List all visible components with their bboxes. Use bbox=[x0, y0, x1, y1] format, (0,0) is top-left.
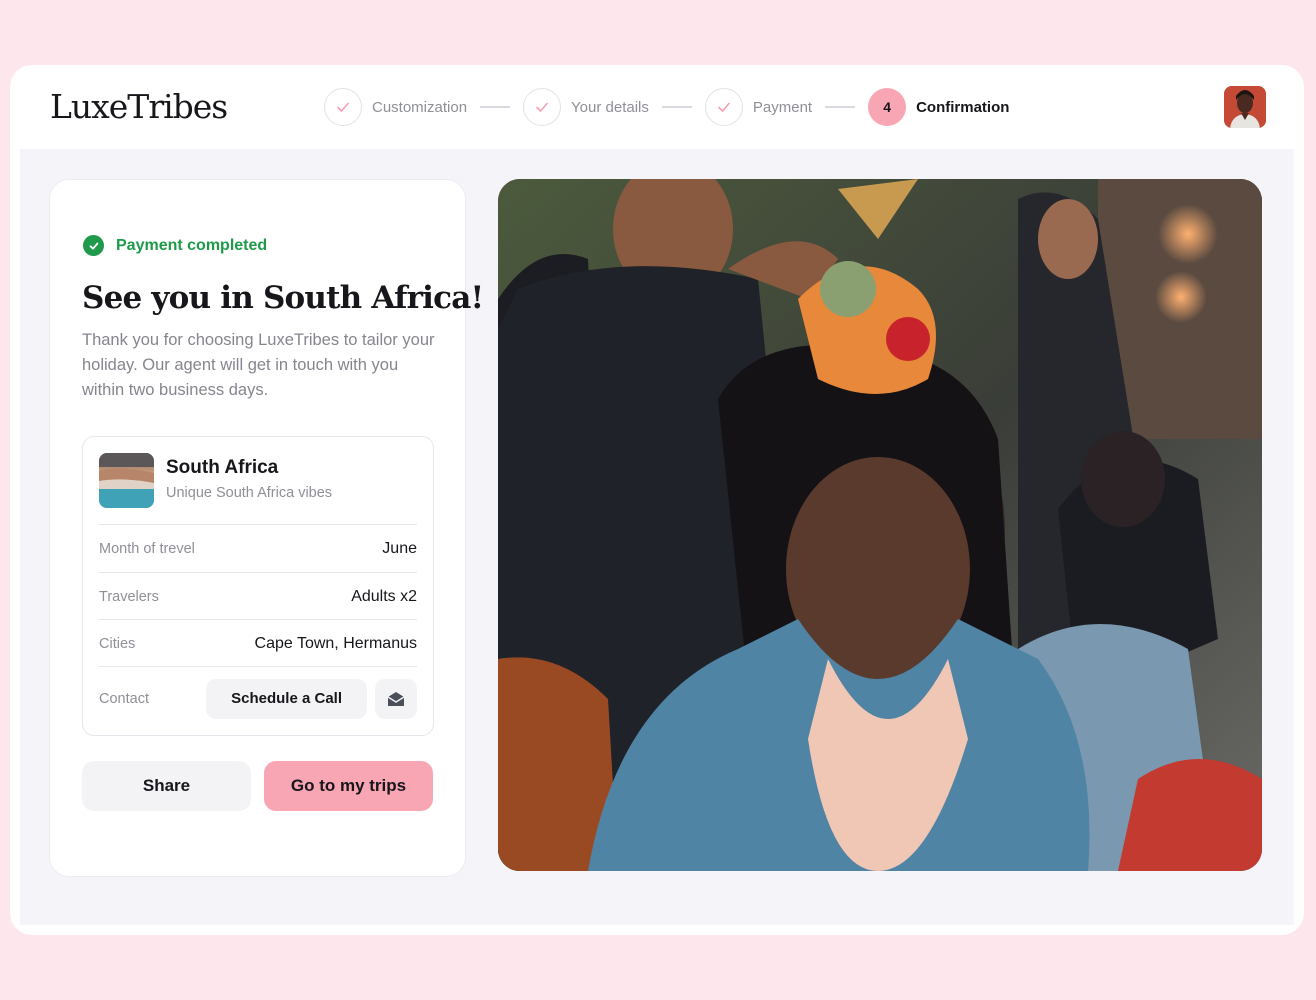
trip-thumbnail bbox=[99, 453, 154, 508]
contact-actions: Schedule a Call bbox=[206, 678, 417, 719]
trip-summary: South Africa Unique South Africa vibes M… bbox=[82, 436, 434, 736]
user-avatar[interactable] bbox=[1224, 86, 1266, 128]
app-window: LuxeTribes Customization Your details Pa… bbox=[10, 65, 1304, 935]
step-label: Payment bbox=[752, 98, 813, 116]
confirmation-description: Thank you for choosing LuxeTribes to tai… bbox=[82, 331, 435, 399]
trip-detail-row: Travelers Adults x2 bbox=[99, 572, 417, 620]
check-icon bbox=[324, 88, 362, 126]
step-payment[interactable]: Payment bbox=[704, 88, 813, 126]
row-label: Month of trevel bbox=[99, 540, 195, 557]
brand-logo[interactable]: LuxeTribes bbox=[50, 87, 228, 126]
row-value: Cape Town, Hermanus bbox=[254, 634, 417, 652]
content-area: Payment completed See you in South Afric… bbox=[20, 149, 1294, 925]
contact-row: Contact Schedule a Call bbox=[99, 666, 417, 730]
trip-detail-row: Cities Cape Town, Hermanus bbox=[99, 619, 417, 667]
check-icon bbox=[704, 88, 743, 126]
row-label: Travelers bbox=[99, 588, 159, 605]
row-label: Contact bbox=[99, 690, 149, 707]
step-divider bbox=[480, 106, 511, 108]
step-label: Your details bbox=[571, 98, 649, 116]
top-bar: LuxeTribes Customization Your details Pa… bbox=[10, 65, 1304, 149]
step-number-badge: 4 bbox=[868, 88, 907, 126]
trip-title: South Africa bbox=[166, 457, 279, 478]
step-label: Confirmation bbox=[916, 98, 1010, 116]
share-button[interactable]: Share bbox=[82, 761, 251, 811]
step-confirmation[interactable]: 4 Confirmation bbox=[868, 88, 1009, 126]
row-value: June bbox=[382, 539, 417, 557]
confirmation-card: Payment completed See you in South Afric… bbox=[49, 179, 484, 877]
step-your-details[interactable]: Your details bbox=[523, 88, 649, 126]
step-customization[interactable]: Customization bbox=[324, 88, 467, 126]
schedule-call-button[interactable]: Schedule a Call bbox=[206, 678, 367, 719]
check-circle-icon bbox=[83, 235, 104, 256]
trip-detail-row: Month of trevel June bbox=[99, 524, 417, 572]
step-divider bbox=[661, 106, 692, 108]
step-divider bbox=[825, 106, 856, 108]
step-label: Customization bbox=[372, 98, 468, 116]
page-title: See you in South Africa! bbox=[82, 280, 484, 316]
status-text: Payment completed bbox=[116, 236, 268, 254]
check-icon bbox=[523, 88, 562, 126]
payment-status: Payment completed bbox=[83, 235, 267, 256]
trip-subtitle: Unique South Africa vibes bbox=[166, 485, 333, 501]
hero-photo bbox=[498, 179, 1262, 871]
row-value: Adults x2 bbox=[351, 587, 417, 605]
checkout-stepper: Customization Your details Payment 4 Con… bbox=[324, 88, 1009, 126]
row-label: Cities bbox=[99, 635, 136, 652]
go-to-my-trips-button[interactable]: Go to my trips bbox=[264, 761, 433, 811]
envelope-icon[interactable] bbox=[375, 678, 417, 719]
